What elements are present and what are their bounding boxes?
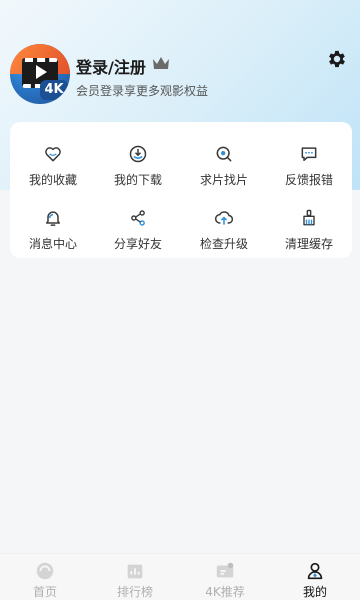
crown-icon <box>153 57 169 69</box>
menu-label: 反馈报错 <box>284 173 333 187</box>
heart-icon <box>45 147 61 162</box>
ranking-icon <box>127 564 143 579</box>
tab-label: 首页 <box>32 585 57 599</box>
member-benefit-text: 会员登录享更多观影权益 <box>76 84 209 98</box>
avatar-4k-badge: 4K <box>40 80 68 100</box>
bottom-navigation: 首页 排行榜 4K推荐 我的 <box>0 553 360 600</box>
menu-label: 检查升级 <box>199 237 248 251</box>
share-icon <box>131 210 145 226</box>
upgrade-icon <box>214 211 234 225</box>
search-film-icon <box>216 146 232 162</box>
gear-icon[interactable] <box>326 48 348 70</box>
menu-label: 求片找片 <box>199 173 248 187</box>
menu-request-film[interactable]: 求片找片 <box>181 130 267 188</box>
menu-label: 清理缓存 <box>284 237 333 251</box>
tab-mine[interactable]: 我的 <box>270 554 360 600</box>
avatar[interactable]: 4K <box>10 44 70 104</box>
tab-home[interactable]: 首页 <box>0 554 90 600</box>
menu-feedback[interactable]: 反馈报错 <box>266 130 352 188</box>
feedback-icon <box>301 147 317 161</box>
menu-label: 我的下载 <box>113 173 162 187</box>
tab-label: 4K推荐 <box>205 585 245 599</box>
profile-icon <box>307 562 323 580</box>
menu-label: 分享好友 <box>113 237 162 251</box>
download-icon <box>129 145 147 163</box>
menu-clear-cache[interactable]: 清理缓存 <box>266 194 352 252</box>
function-menu-card: 我的收藏 我的下载 求片找片 反馈报错 消息中心 分享好友 检查升级 清理缓存 <box>10 122 352 258</box>
menu-check-upgrade[interactable]: 检查升级 <box>181 194 267 252</box>
tab-ranking[interactable]: 排行榜 <box>90 554 180 600</box>
recommend-icon <box>216 562 234 578</box>
menu-favorites[interactable]: 我的收藏 <box>10 130 96 188</box>
bell-icon <box>46 211 60 226</box>
broom-icon <box>303 209 315 226</box>
tab-4k-recommend[interactable]: 4K推荐 <box>180 554 270 600</box>
login-register-link[interactable]: 登录/注册 <box>76 54 146 78</box>
menu-label: 消息中心 <box>28 237 77 251</box>
tab-label: 我的 <box>302 585 327 599</box>
menu-message-center[interactable]: 消息中心 <box>10 194 96 252</box>
menu-share[interactable]: 分享好友 <box>95 194 181 252</box>
home-icon <box>36 562 54 580</box>
menu-label: 我的收藏 <box>28 173 77 187</box>
tab-label: 排行榜 <box>116 585 153 599</box>
menu-downloads[interactable]: 我的下载 <box>95 130 181 188</box>
play-icon <box>36 65 47 79</box>
